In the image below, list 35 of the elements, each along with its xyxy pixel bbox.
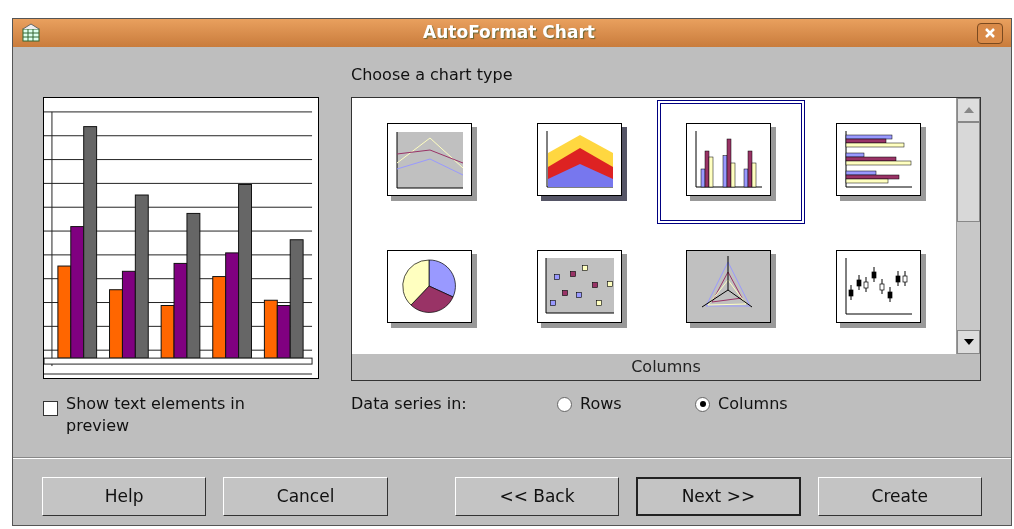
- scroll-thumb[interactable]: [957, 122, 980, 222]
- area-chart-icon: [536, 123, 627, 201]
- spreadsheet-icon: [21, 23, 41, 43]
- net-chart-icon: [686, 250, 776, 328]
- radio-button[interactable]: [695, 396, 710, 412]
- scroll-up-button[interactable]: [957, 98, 980, 122]
- chart-type-name: Columns: [352, 354, 980, 380]
- checkbox-label: Show text elements in preview: [66, 393, 246, 437]
- stock-chart-icon: [835, 250, 926, 328]
- data-series-label: Data series in:: [351, 393, 468, 415]
- dialog-button[interactable]: Next >>: [636, 477, 801, 516]
- dialog-button[interactable]: Cancel: [223, 477, 388, 516]
- bar-chart-icon: [835, 123, 926, 201]
- checkbox[interactable]: [43, 401, 58, 416]
- up-arrow-icon: [963, 107, 974, 113]
- dialog-button[interactable]: Create: [817, 477, 982, 516]
- window-title: AutoFormat Chart: [422, 21, 596, 45]
- close-icon: [985, 28, 995, 38]
- close-button[interactable]: [977, 22, 1003, 44]
- radio-label: Columns: [718, 393, 788, 415]
- radio-option[interactable]: Rows: [557, 393, 695, 415]
- dialog-button[interactable]: << Back: [454, 477, 620, 516]
- chart-type-option[interactable]: [657, 100, 805, 224]
- radio-label: Rows: [580, 393, 622, 415]
- pie-chart-icon: [387, 250, 477, 328]
- scrollbar[interactable]: [956, 98, 980, 354]
- dialog-button[interactable]: Help: [42, 477, 207, 516]
- scatter-chart-icon: [536, 250, 627, 328]
- down-arrow-icon: [963, 339, 974, 345]
- chart-type-label: Choose a chart type: [351, 64, 514, 86]
- line-chart-icon: [387, 123, 477, 201]
- scroll-down-button[interactable]: [957, 330, 980, 354]
- radio-button[interactable]: [557, 396, 572, 412]
- column-chart-icon: [686, 123, 776, 201]
- radio-option[interactable]: Columns: [695, 393, 833, 415]
